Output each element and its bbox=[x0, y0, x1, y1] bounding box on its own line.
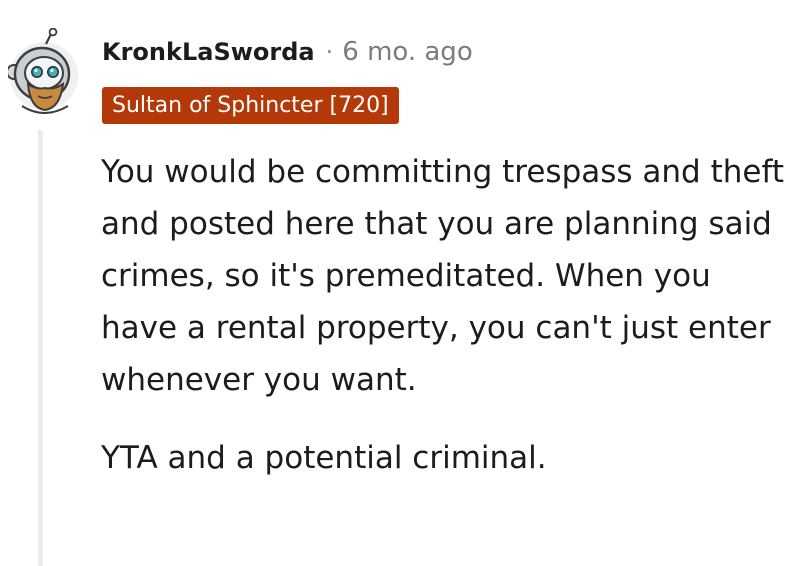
snoo-astronaut-avatar-icon bbox=[6, 27, 78, 114]
meta-separator: · bbox=[325, 38, 334, 66]
comment-body: You would be committing trespass and the… bbox=[101, 146, 791, 484]
comment-paragraph: YTA and a potential criminal. bbox=[101, 440, 547, 476]
comment-timestamp[interactable]: 6 mo. ago bbox=[342, 37, 472, 67]
thread-collapse-line[interactable] bbox=[38, 130, 43, 566]
user-avatar[interactable] bbox=[6, 27, 80, 114]
comment-paragraph: You would be committing trespass and the… bbox=[101, 154, 784, 398]
author-username[interactable]: KronkLaSworda bbox=[102, 38, 315, 66]
user-flair-badge: Sultan of Sphincter [720] bbox=[102, 87, 399, 124]
comment-meta: KronkLaSworda · 6 mo. ago bbox=[102, 34, 473, 70]
